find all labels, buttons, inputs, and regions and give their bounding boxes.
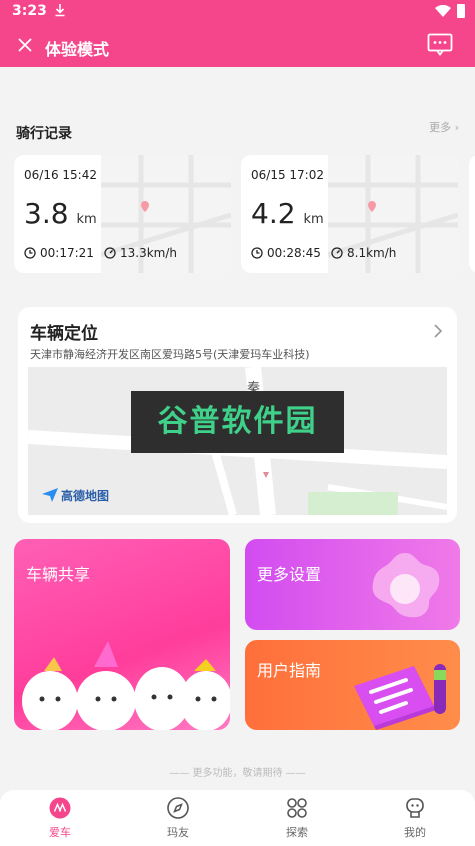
watermark: 谷普软件园 — [131, 391, 344, 453]
vehicle-location-title: 车辆定位 — [30, 324, 98, 344]
settings-gear-illustration — [372, 553, 440, 618]
wifi-icon — [435, 5, 451, 17]
ride-speed: 8.1km/h — [331, 246, 396, 260]
nav-item-friends[interactable]: 玛友 — [138, 796, 218, 840]
ride-distance-value: 3.8 — [24, 197, 69, 230]
nav-item-profile[interactable]: 我的 — [375, 796, 455, 840]
battery-icon — [457, 4, 465, 18]
profile-icon — [406, 798, 424, 818]
nav-item-explore[interactable]: 探索 — [257, 796, 337, 840]
mascot-illustration — [22, 641, 230, 730]
app-header: 3:23 体验模式 — [0, 0, 475, 67]
ride-records-title: 骑行记录 — [16, 126, 72, 142]
clock-icon — [24, 247, 36, 259]
ride-duration: 00:28:45 — [251, 246, 321, 260]
more-settings-tile[interactable]: 更多设置 — [245, 539, 460, 630]
amap-logo-label: 高德地图 — [61, 489, 110, 503]
ride-date: 06/16 15:42 — [24, 168, 97, 182]
user-guide-tile[interactable]: 用户指南 — [245, 640, 460, 730]
status-time: 3:23 — [12, 3, 47, 19]
grid-icon — [287, 798, 307, 818]
nav-label: 我的 — [404, 826, 426, 839]
guide-book-illustration — [354, 664, 446, 730]
ride-card[interactable]: 06/16 15:42 3.8 km 00:17:21 13.3km/h — [14, 155, 231, 273]
amap-logo: 高德地图 — [42, 487, 109, 504]
speedometer-icon — [104, 247, 116, 259]
download-icon — [55, 4, 65, 17]
message-icon[interactable] — [427, 33, 453, 57]
more-settings-label: 更多设置 — [257, 565, 322, 584]
nav-label: 玛友 — [167, 826, 189, 839]
speedometer-icon — [331, 247, 343, 259]
amap-icon — [42, 488, 58, 502]
vehicle-share-tile[interactable]: 车辆共享 — [14, 539, 230, 730]
ride-records-more-link[interactable]: 更多 › — [429, 119, 459, 135]
clock-icon — [251, 247, 263, 259]
vehicle-icon — [49, 797, 71, 819]
vehicle-address: 天津市静海经济开发区南区爱玛路5号(天津爱玛车业科技) — [30, 348, 310, 361]
ride-distance-unit: km — [303, 212, 324, 227]
ride-distance-value: 4.2 — [251, 197, 296, 230]
ride-duration: 00:17:21 — [24, 246, 94, 260]
ride-card-peek[interactable] — [469, 155, 475, 273]
ride-speed-value: 13.3km/h — [120, 246, 178, 260]
ride-speed-value: 8.1km/h — [347, 246, 397, 260]
status-bar: 3:23 — [0, 0, 475, 24]
ride-distance: 3.8 km — [24, 197, 97, 230]
nav-label: 探索 — [286, 826, 308, 839]
ride-date: 06/15 17:02 — [251, 168, 324, 182]
nav-item-my-vehicle[interactable]: 爱车 — [20, 796, 100, 840]
bottom-nav: 爱车 玛友 探索 我的 — [0, 790, 475, 846]
ride-speed: 13.3km/h — [104, 246, 177, 260]
compass-icon — [167, 797, 189, 819]
footer-note: —— 更多功能，敬请期待 —— — [169, 768, 306, 779]
ride-duration-value: 00:28:45 — [267, 246, 321, 260]
close-icon[interactable] — [16, 36, 34, 54]
nav-label: 爱车 — [49, 826, 71, 839]
ride-duration-value: 00:17:21 — [40, 246, 94, 260]
vehicle-share-label: 车辆共享 — [26, 565, 91, 584]
ride-card[interactable]: 06/15 17:02 4.2 km 00:28:45 8.1km/h — [241, 155, 458, 273]
user-guide-label: 用户指南 — [257, 661, 322, 680]
more-label: 更多 — [429, 121, 452, 134]
ride-distance-unit: km — [76, 212, 97, 227]
chevron-right-icon — [434, 324, 443, 338]
ride-distance: 4.2 km — [251, 197, 324, 230]
page-title: 体验模式 — [45, 40, 110, 59]
